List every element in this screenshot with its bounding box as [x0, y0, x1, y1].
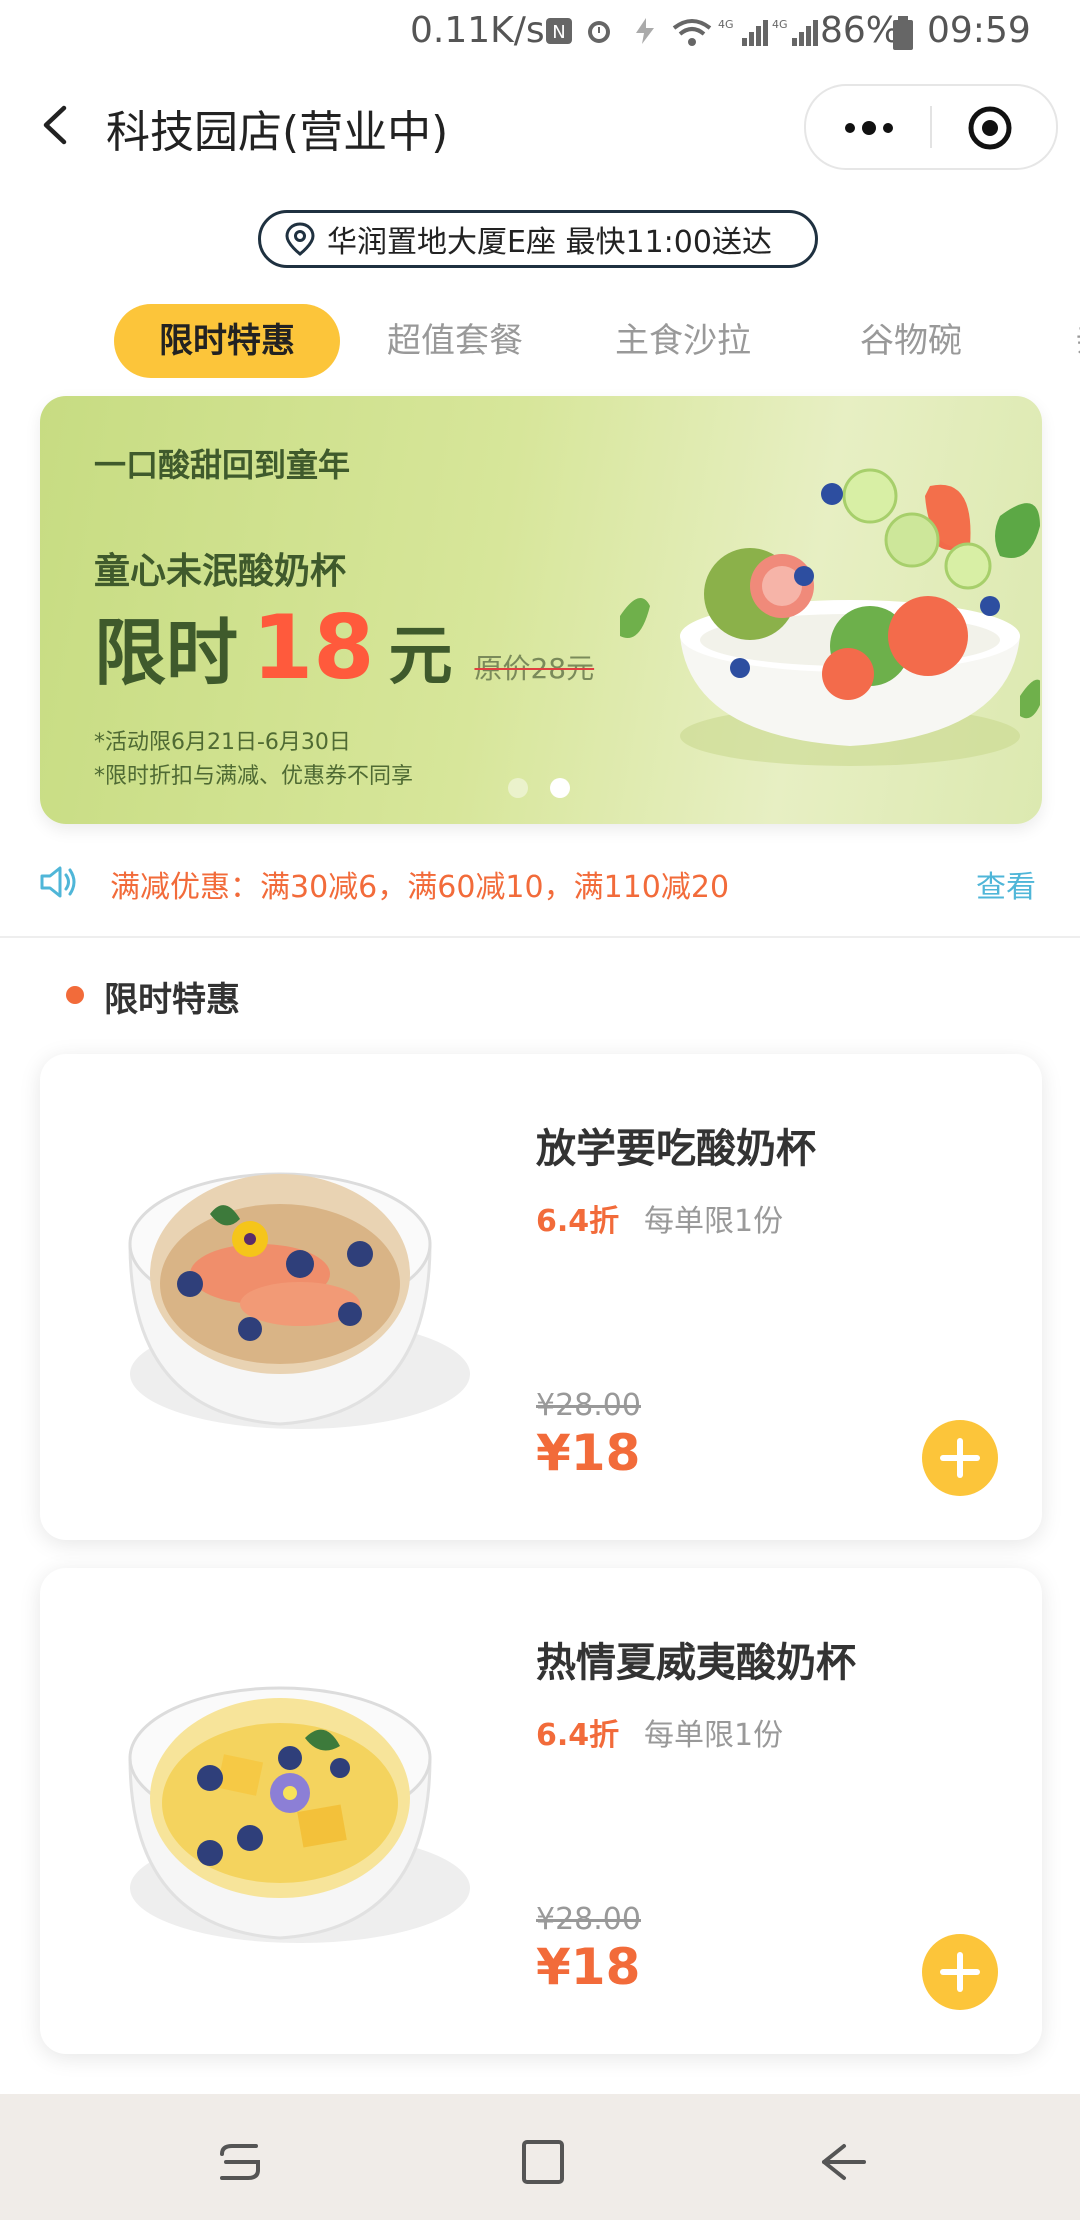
- nfc-icon: N: [546, 18, 572, 44]
- plus-icon: [957, 1438, 963, 1478]
- category-tabs: 限时特惠 超值套餐 主食沙拉 谷物碗 亲: [0, 300, 1080, 384]
- battery-icon: [893, 16, 913, 50]
- signal-4g-icon: 4G: [772, 18, 818, 46]
- recent-apps-icon: [220, 2144, 260, 2180]
- tab-limited-offer[interactable]: 限时特惠: [114, 304, 340, 378]
- system-nav-bar: [0, 2094, 1080, 2220]
- chevron-left-icon: [43, 105, 67, 145]
- discount-badge: 6.4折: [536, 1204, 620, 1239]
- charging-icon: [636, 18, 654, 44]
- back-icon: [822, 2144, 866, 2180]
- svg-text:N: N: [552, 22, 565, 43]
- address-text: 华润置地大厦E座 最快11:00送达: [327, 225, 772, 260]
- system-back-button[interactable]: [810, 2134, 880, 2190]
- svg-text:4G: 4G: [718, 18, 734, 31]
- banner-price-prefix: 限时: [94, 611, 239, 695]
- recent-apps-button[interactable]: [206, 2134, 276, 2190]
- product-card[interactable]: 热情夏威夷酸奶杯 6.4折 每单限1份 ¥28.00 ¥18: [40, 1568, 1042, 2054]
- tab-main-salad[interactable]: 主食沙拉: [570, 304, 796, 378]
- product-name: 热情夏威夷酸奶杯: [536, 1640, 856, 1686]
- carousel-dot-active[interactable]: [550, 778, 570, 798]
- svg-text:4G: 4G: [772, 18, 788, 31]
- speaker-icon: [40, 866, 76, 898]
- capsule-divider: [930, 106, 932, 148]
- page-title: 科技园店(营业中): [106, 107, 449, 158]
- home-button[interactable]: [508, 2134, 578, 2190]
- discount-notice: 满减优惠：满30减6，满60减10，满110减20 查看: [0, 840, 1080, 924]
- home-icon: [522, 2140, 564, 2184]
- add-to-cart-button[interactable]: [922, 1934, 998, 2010]
- sale-price: ¥18: [536, 1938, 641, 1996]
- tab-more[interactable]: 亲: [1062, 304, 1080, 378]
- promo-banner[interactable]: 一口酸甜回到童年 童心未泯酸奶杯 限时 18 元 原价28元 *活动限6月21日…: [40, 396, 1042, 824]
- add-to-cart-button[interactable]: [922, 1420, 998, 1496]
- purchase-limit: 每单限1份: [644, 1718, 784, 1753]
- wifi-icon: [672, 19, 712, 46]
- banner-original-price: 原价28元: [474, 652, 595, 685]
- divider: [0, 936, 1080, 938]
- product-image: [128, 1172, 470, 1429]
- battery-percent: 86%: [820, 10, 901, 51]
- banner-price-unit: 元: [388, 620, 453, 694]
- discount-badge: 6.4折: [536, 1718, 620, 1753]
- network-speed: 0.11K/s: [410, 10, 545, 51]
- section-marker: [66, 986, 84, 1004]
- signal-4g-icon: 4G: [718, 18, 768, 46]
- alarm-icon: [588, 21, 610, 43]
- original-price: ¥28.00: [536, 1902, 641, 1937]
- more-button[interactable]: [834, 108, 904, 148]
- product-card[interactable]: 放学要吃酸奶杯 6.4折 每单限1份 ¥28.00 ¥18: [40, 1054, 1042, 1540]
- product-image: [128, 1686, 470, 1943]
- carousel-indicator: [40, 778, 1042, 808]
- carousel-dot[interactable]: [508, 778, 528, 798]
- clock: 09:59: [927, 10, 1031, 51]
- tab-grain-bowl[interactable]: 谷物碗: [798, 304, 1024, 378]
- purchase-limit: 每单限1份: [644, 1204, 784, 1239]
- more-dots-icon: [845, 121, 893, 135]
- target-icon: [968, 106, 1012, 150]
- close-mini-program-button[interactable]: [966, 104, 1014, 152]
- banner-slogan: 一口酸甜回到童年: [94, 446, 351, 484]
- banner-price-number: 18: [252, 596, 375, 699]
- discount-text: 满减优惠：满30减6，满60减10，满110减20: [110, 870, 730, 905]
- back-button[interactable]: [28, 90, 88, 160]
- banner-product-name: 童心未泯酸奶杯: [94, 551, 347, 592]
- location-pin-icon: [285, 222, 315, 256]
- sale-price: ¥18: [536, 1424, 641, 1482]
- plus-icon: [957, 1952, 963, 1992]
- banner-note: *活动限6月21日-6月30日: [94, 730, 351, 755]
- view-discount-link[interactable]: 查看: [976, 862, 1036, 906]
- banner-price: 限时 18 元 原价28元: [94, 594, 594, 699]
- section-title: 限时特惠: [104, 980, 240, 1020]
- product-name: 放学要吃酸奶杯: [536, 1126, 816, 1172]
- delivery-address[interactable]: 华润置地大厦E座 最快11:00送达: [258, 210, 818, 268]
- yogurt-bowl-illustration: [620, 468, 1040, 766]
- original-price: ¥28.00: [536, 1388, 641, 1423]
- tab-value-combo[interactable]: 超值套餐: [342, 304, 568, 378]
- status-bar: 0.11K/s N 4G 4G 86% 09:59: [0, 0, 1080, 66]
- mini-program-capsule: [804, 84, 1058, 170]
